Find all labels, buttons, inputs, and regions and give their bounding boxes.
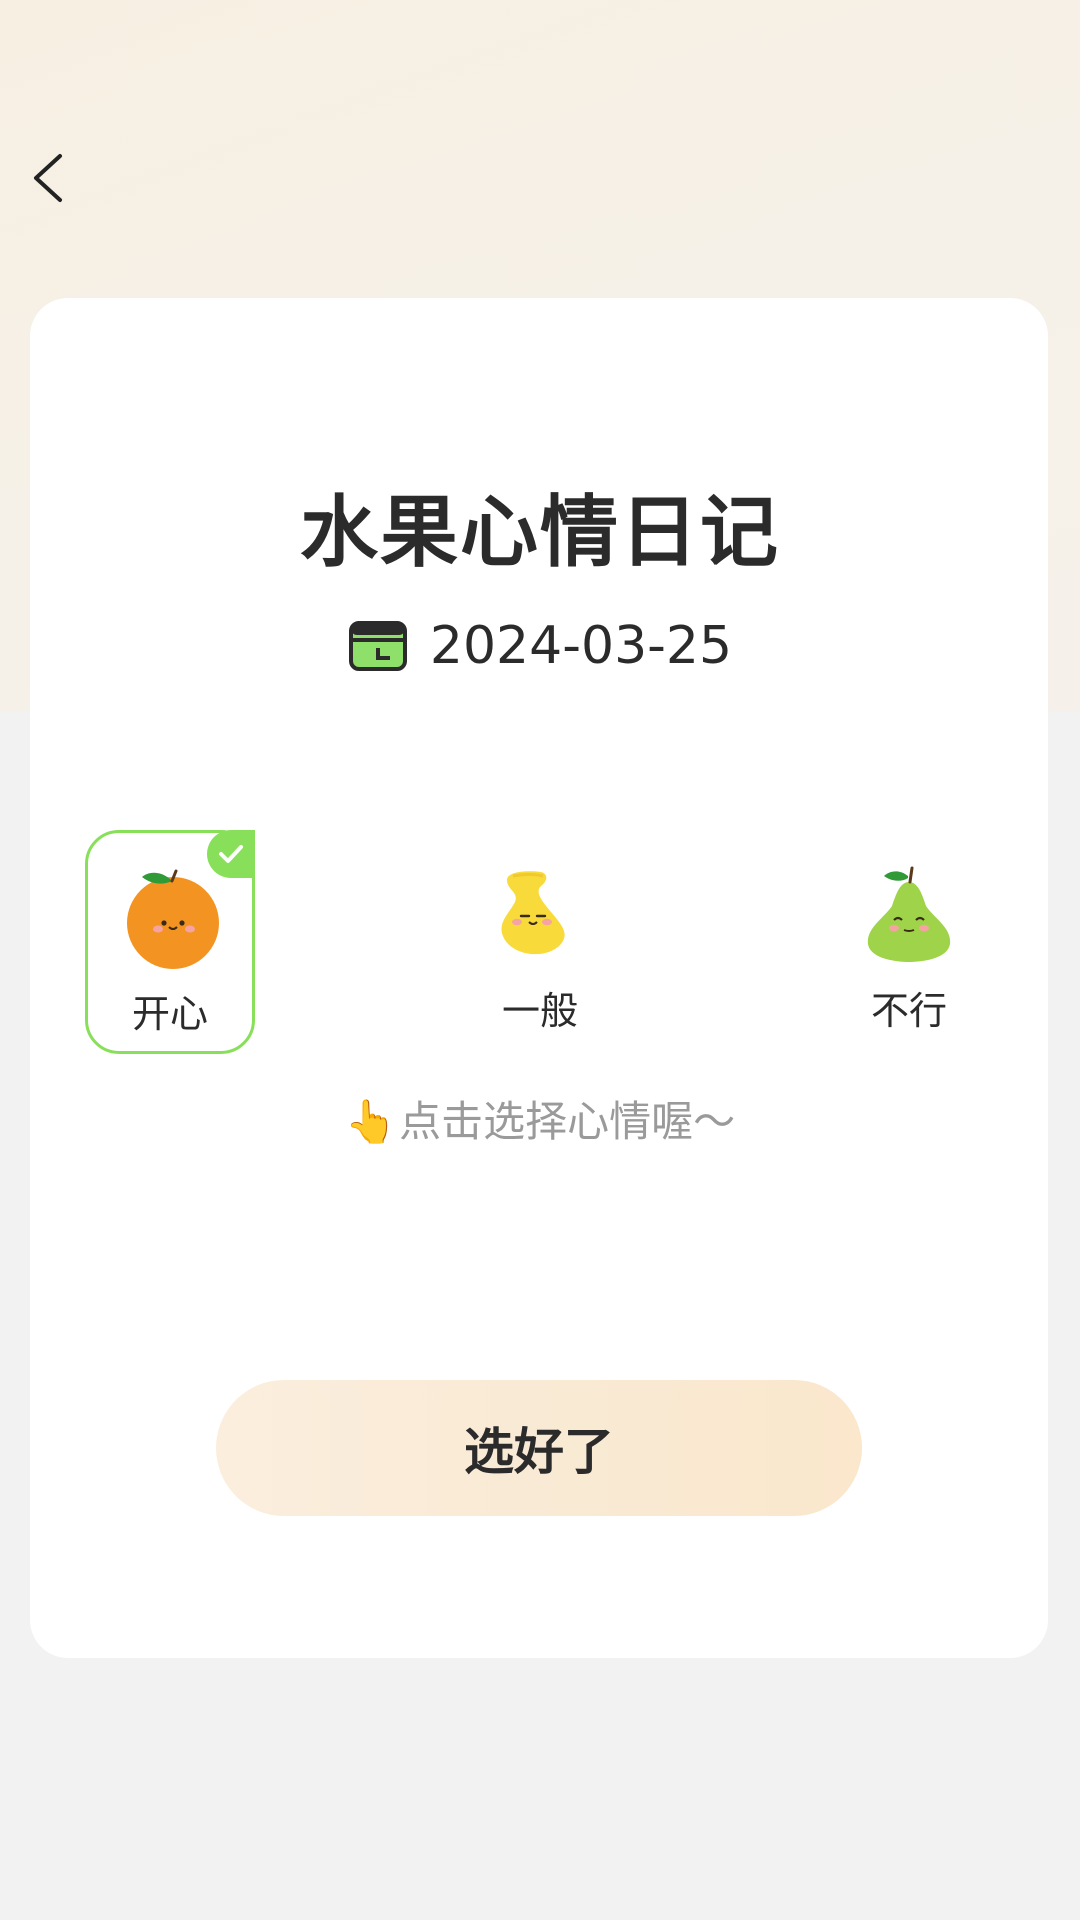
pear-icon bbox=[867, 866, 951, 962]
chevron-left-icon bbox=[34, 154, 62, 202]
hint-text: 点击选择心情喔～ bbox=[399, 1097, 736, 1146]
mood-option-normal[interactable]: 一般 bbox=[455, 830, 625, 1054]
mood-option-bad[interactable]: 不行 bbox=[824, 830, 994, 1054]
hint-text-row: 👆点击选择心情喔～ bbox=[0, 1088, 1080, 1149]
banana-icon bbox=[501, 871, 565, 955]
pointing-hand-icon: 👆 bbox=[344, 1097, 398, 1146]
date-text: 2024-03-25 bbox=[429, 616, 733, 676]
back-button[interactable] bbox=[22, 148, 82, 208]
calendar-icon bbox=[348, 621, 407, 671]
check-icon bbox=[207, 830, 255, 878]
date-row: 2024-03-25 bbox=[0, 616, 1080, 676]
page-title: 水果心情日记 bbox=[299, 488, 780, 578]
mood-option-happy[interactable]: 开心 bbox=[85, 830, 255, 1054]
confirm-button[interactable]: 选好了 bbox=[216, 1380, 862, 1516]
mood-label-happy: 开心 bbox=[131, 992, 208, 1036]
orange-icon bbox=[127, 869, 219, 969]
mood-label-bad: 不行 bbox=[870, 989, 947, 1033]
mood-label-normal: 一般 bbox=[501, 989, 578, 1033]
